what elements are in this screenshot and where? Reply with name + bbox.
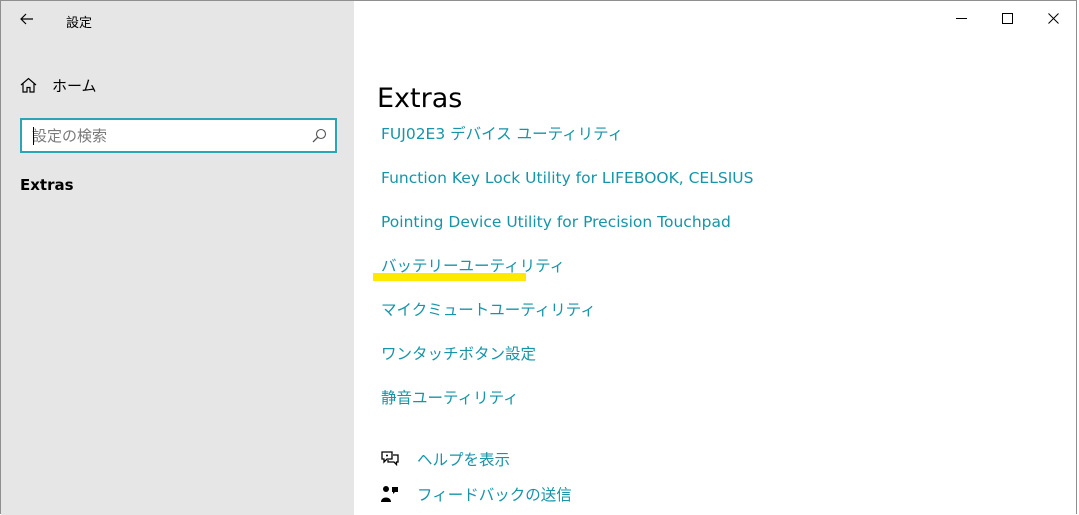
search-box[interactable] (20, 118, 337, 153)
home-icon (20, 77, 37, 93)
sidebar-item-extras[interactable]: Extras (20, 176, 74, 194)
window-controls (938, 1, 1076, 35)
app-title: 設定 (66, 16, 93, 31)
back-arrow-icon (20, 13, 33, 25)
maximize-button[interactable] (984, 1, 1030, 35)
send-feedback-link[interactable]: フィードバックの送信 (380, 481, 572, 507)
link-one-touch-button-settings[interactable]: ワンタッチボタン設定 (381, 343, 753, 387)
search-input[interactable] (32, 125, 302, 147)
sidebar-item-home-label: ホーム (52, 76, 97, 95)
send-feedback-text: フィードバックの送信 (417, 486, 572, 504)
link-mic-mute-utility[interactable]: マイクミュートユーティリティ (381, 299, 753, 343)
search-icon[interactable] (311, 128, 327, 144)
link-fuj02e3-device-utility[interactable]: FUJ02E3 デバイス ユーティリティ (381, 123, 753, 167)
text-caret (33, 127, 34, 145)
feedback-person-icon (380, 484, 400, 504)
settings-window: 設定 ホーム Extras (0, 0, 1077, 515)
extras-link-list: FUJ02E3 デバイス ユーティリティ Function Key Lock U… (381, 123, 753, 431)
page-title: Extras (377, 83, 463, 115)
minimize-button[interactable] (938, 1, 984, 35)
link-pointing-device-utility[interactable]: Pointing Device Utility for Precision To… (381, 211, 753, 255)
close-icon (1047, 12, 1059, 24)
help-chat-icon (380, 449, 400, 469)
show-help-text: ヘルプを表示 (417, 451, 511, 469)
sidebar-item-home[interactable]: ホーム (20, 71, 320, 99)
link-function-key-lock-utility[interactable]: Function Key Lock Utility for LIFEBOOK, … (381, 167, 753, 211)
sidebar: 設定 ホーム Extras (1, 1, 354, 515)
show-help-link[interactable]: ヘルプを表示 (380, 446, 510, 472)
minimize-icon (955, 17, 967, 19)
link-battery-utility[interactable]: バッテリーユーティリティ (381, 255, 753, 299)
close-button[interactable] (1030, 1, 1076, 35)
back-button[interactable] (13, 5, 41, 33)
link-silent-utility[interactable]: 静音ユーティリティ (381, 387, 753, 431)
maximize-icon (1001, 12, 1013, 24)
